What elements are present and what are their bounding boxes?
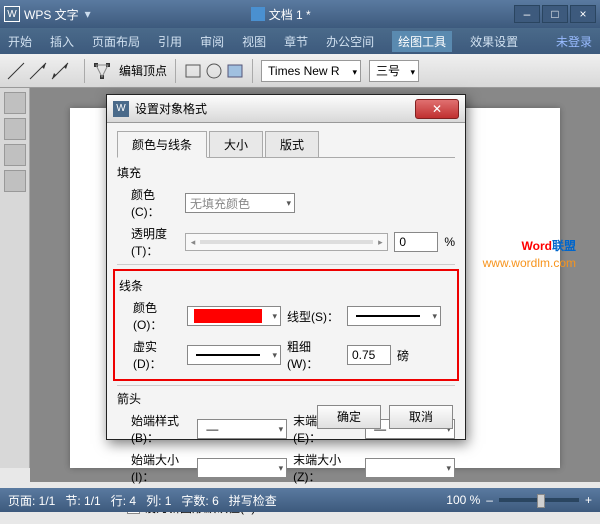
dialog-tabs: 颜色与线条 大小 版式 <box>117 131 455 158</box>
status-spell[interactable]: 拼写检查 <box>229 492 277 509</box>
edit-vertex-icon[interactable] <box>93 62 111 80</box>
line-weight-unit: 磅 <box>397 347 409 364</box>
line-weight-label: 粗细(W)： <box>287 338 341 372</box>
minimize-button[interactable]: – <box>514 5 540 23</box>
line-section-highlight: 线条 颜色(O)： 线型(S)： 虚实(D)： 粗细(W)： 0.75 磅 <box>113 269 459 381</box>
line-style-label: 线型(S)： <box>287 308 341 325</box>
maximize-button[interactable]: □ <box>542 5 568 23</box>
transparency-label: 透明度(T)： <box>117 225 179 259</box>
line-dash-combo[interactable] <box>187 345 281 365</box>
edit-vertex-label[interactable]: 编辑顶点 <box>119 62 167 79</box>
watermark-url: www.wordlm.com <box>483 256 576 270</box>
zoom-slider[interactable] <box>499 498 579 502</box>
status-col[interactable]: 列: 1 <box>146 492 171 509</box>
status-page[interactable]: 页面: 1/1 <box>8 492 55 509</box>
line-weight-spinner[interactable]: 0.75 <box>347 345 391 365</box>
title-bar: W WPS 文字 ▾ 文档 1 * – □ × <box>0 0 600 28</box>
begin-size-combo[interactable] <box>197 458 287 478</box>
end-size-combo[interactable] <box>365 458 455 478</box>
font-combo[interactable]: Times New R <box>261 60 361 82</box>
format-object-dialog: W 设置对象格式 ✕ 颜色与线条 大小 版式 填充 颜色(C)： 无填充颜色 透… <box>106 94 466 440</box>
begin-size-label: 始端大小(I)： <box>117 451 191 485</box>
status-chars[interactable]: 字数: 6 <box>181 492 218 509</box>
tab-size[interactable]: 大小 <box>209 131 263 158</box>
menu-view[interactable]: 视图 <box>242 33 266 50</box>
menu-layout[interactable]: 页面布局 <box>92 33 140 50</box>
ok-button[interactable]: 确定 <box>317 405 381 429</box>
line-style-combo[interactable] <box>347 306 441 326</box>
app-dropdown-icon[interactable]: ▾ <box>85 7 91 21</box>
app-icon: W <box>4 6 20 22</box>
line-tools-icon[interactable] <box>6 61 76 81</box>
menu-insert[interactable]: 插入 <box>50 33 74 50</box>
menu-effects[interactable]: 效果设置 <box>470 33 518 50</box>
menu-review[interactable]: 审阅 <box>200 33 224 50</box>
line-color-combo[interactable] <box>187 306 281 326</box>
dialog-close-button[interactable]: ✕ <box>415 99 459 119</box>
red-swatch-icon <box>194 309 262 323</box>
fill-color-combo[interactable]: 无填充颜色 <box>185 193 295 213</box>
zoom-in-button[interactable]: + <box>585 493 592 507</box>
cancel-button[interactable]: 取消 <box>389 405 453 429</box>
qa-print-icon[interactable] <box>4 170 26 192</box>
close-button[interactable]: × <box>570 5 596 23</box>
menu-bar: 开始 插入 页面布局 引用 审阅 视图 章节 办公空间 绘图工具 效果设置 未登… <box>0 28 600 54</box>
end-size-label: 末端大小(Z)： <box>293 451 359 485</box>
line-group-label: 线条 <box>119 277 453 294</box>
transparency-spinner[interactable]: 0 <box>394 232 438 252</box>
font-size-combo[interactable]: 三号 <box>369 60 419 82</box>
qa-open-icon[interactable] <box>4 118 26 140</box>
dialog-icon: W <box>113 101 129 117</box>
dialog-titlebar[interactable]: W 设置对象格式 ✕ <box>107 95 465 123</box>
line-dash-label: 虚实(D)： <box>119 338 181 372</box>
status-section[interactable]: 节: 1/1 <box>65 492 100 509</box>
quick-access-sidebar <box>0 88 30 468</box>
shape-tools-icon[interactable] <box>184 61 244 81</box>
status-bar: 页面: 1/1 节: 1/1 行: 4 列: 1 字数: 6 拼写检查 100 … <box>0 488 600 512</box>
menu-ref[interactable]: 引用 <box>158 33 182 50</box>
watermark-logo: Word联盟 <box>522 234 576 255</box>
line-color-label: 颜色(O)： <box>119 299 181 333</box>
menu-drawing-tools[interactable]: 绘图工具 <box>392 31 452 52</box>
qa-save-icon[interactable] <box>4 144 26 166</box>
menu-chapter[interactable]: 章节 <box>284 33 308 50</box>
status-line[interactable]: 行: 4 <box>111 492 136 509</box>
fill-color-label: 颜色(C)： <box>117 186 179 220</box>
menu-office[interactable]: 办公空间 <box>326 33 374 50</box>
transparency-slider[interactable]: ◂▸ <box>185 233 388 251</box>
qa-new-icon[interactable] <box>4 92 26 114</box>
menu-start[interactable]: 开始 <box>8 33 32 50</box>
document-icon <box>251 7 265 21</box>
tab-color-line[interactable]: 颜色与线条 <box>117 131 207 158</box>
app-name: WPS 文字 <box>24 6 79 23</box>
tab-layout[interactable]: 版式 <box>265 131 319 158</box>
menu-login[interactable]: 未登录 <box>556 33 592 50</box>
fill-group-label: 填充 <box>117 164 455 181</box>
transparency-unit: % <box>444 235 455 249</box>
document-title: 文档 1 * <box>269 6 311 23</box>
begin-style-label: 始端样式(B)： <box>117 412 191 446</box>
ribbon: 编辑顶点 Times New R 三号 <box>0 54 600 88</box>
zoom-out-button[interactable]: – <box>486 493 493 507</box>
dialog-title: 设置对象格式 <box>135 100 207 117</box>
zoom-value[interactable]: 100 % <box>446 493 480 507</box>
begin-style-combo[interactable]: — <box>197 419 287 439</box>
